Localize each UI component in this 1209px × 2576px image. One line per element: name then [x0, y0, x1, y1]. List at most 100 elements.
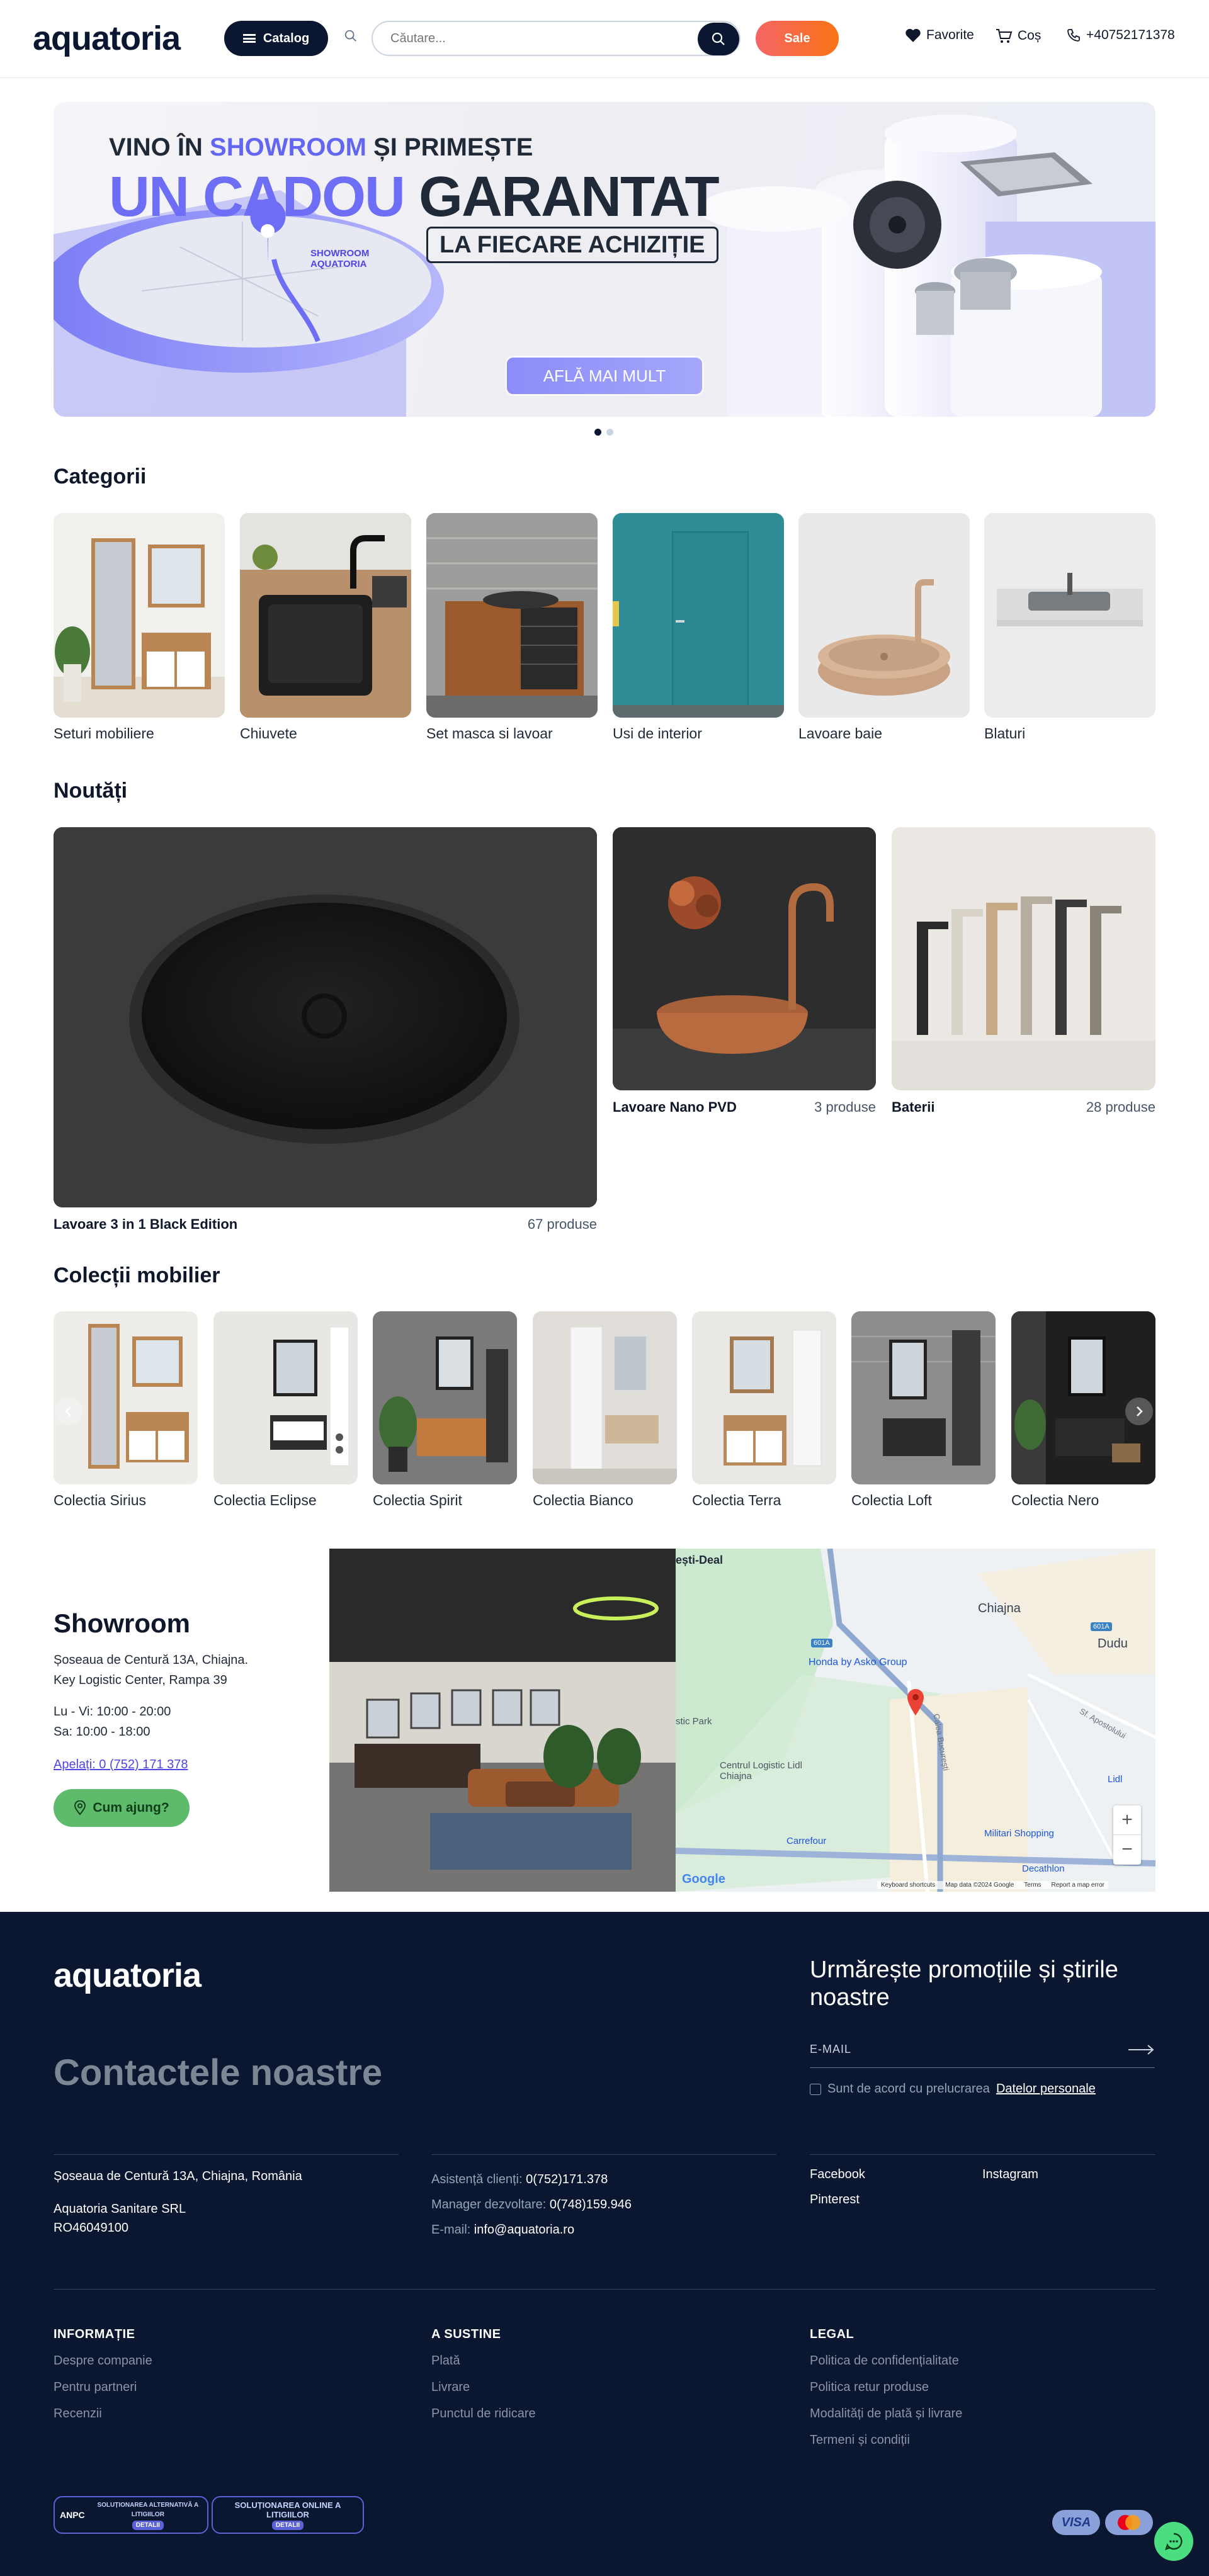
hero-cta-button[interactable]: AFLĂ MAI MULT: [507, 358, 702, 394]
map-label: Militari Shopping: [984, 1828, 1054, 1839]
map-label: Lidl: [1108, 1774, 1123, 1785]
favorites-link[interactable]: Favorite: [905, 28, 974, 43]
showroom-phone-link[interactable]: Apelați: 0 (752) 171 378: [54, 1758, 188, 1772]
map-label: ești-Deal: [676, 1554, 724, 1566]
directions-button[interactable]: Cum ajung?: [54, 1789, 190, 1827]
dev-phone[interactable]: 0(748)159.946: [550, 2198, 632, 2212]
category-card[interactable]: Usi de interior: [613, 513, 784, 742]
collection-label: Colectia Nero: [1011, 1492, 1099, 1508]
privacy-link[interactable]: Datelor personale: [996, 2082, 1096, 2096]
carousel-prev-button[interactable]: [55, 1398, 82, 1425]
category-card[interactable]: Blaturi: [984, 513, 1155, 742]
news-name: Lavoare 3 in 1 Black Edition: [54, 1216, 238, 1232]
keyboard-shortcuts-link[interactable]: Keyboard shortcuts: [881, 1882, 935, 1889]
phone-link[interactable]: +40752171378: [1066, 28, 1175, 43]
consent-checkbox[interactable]: [810, 2083, 821, 2095]
footer-link[interactable]: Termeni și condiții: [810, 2433, 910, 2448]
hero-headline: UN CADOU GARANTAT: [109, 166, 720, 229]
report-map-error-link[interactable]: Report a map error: [1052, 1882, 1104, 1889]
support-phone[interactable]: 0(752)171.378: [526, 2172, 608, 2186]
newsletter-title: Urmărește promoțiile și știrile noastre: [810, 1957, 1118, 2011]
footer-link[interactable]: Plată: [431, 2354, 460, 2368]
contacts-title: Contactele noastre: [54, 2052, 383, 2093]
footer-link[interactable]: Politica de confidențialitate: [810, 2354, 959, 2368]
footer-link[interactable]: Recenzii: [54, 2407, 102, 2421]
favorites-label: Favorite: [926, 28, 974, 42]
map-marker-icon[interactable]: [906, 1688, 925, 1716]
footer-logo[interactable]: aquatoria: [54, 1956, 202, 1995]
map-road-badge: 601A: [1091, 1622, 1112, 1631]
category-image: [426, 513, 598, 718]
zoom-out-button[interactable]: −: [1113, 1835, 1141, 1864]
category-image: [240, 513, 411, 718]
social-instagram[interactable]: Instagram: [982, 2165, 1038, 2184]
collection-card[interactable]: Colectia Bianco: [533, 1311, 677, 1509]
map-label: Decathlon: [1022, 1863, 1065, 1874]
chat-button[interactable]: [1154, 2522, 1193, 2561]
search-button[interactable]: [698, 23, 739, 55]
footer-email[interactable]: info@aquatoria.ro: [474, 2223, 574, 2237]
news-card[interactable]: Baterii 28 produse: [892, 827, 1155, 1116]
collection-image: [213, 1311, 358, 1484]
search-icon: [712, 32, 725, 45]
site-footer: aquatoria Contactele noastre Urmărește p…: [0, 1912, 1209, 2576]
logo[interactable]: aquatoria: [33, 19, 181, 58]
category-card[interactable]: Set masca si lavoar: [426, 513, 598, 742]
collection-image: [692, 1311, 836, 1484]
search-input[interactable]: [372, 21, 741, 56]
footer-contacts-block: Asistență clienți: 0(752)171.378 Manager…: [431, 2172, 632, 2237]
map-label: Centrul Logistic Lidl Chiajna: [720, 1760, 802, 1782]
news-card[interactable]: Lavoare Nano PVD 3 produse: [613, 827, 876, 1116]
catalog-button[interactable]: Catalog: [224, 21, 328, 56]
footer-link[interactable]: Pentru partneri: [54, 2380, 137, 2395]
cart-icon: [996, 29, 1013, 43]
chevron-right-icon: [1137, 1406, 1143, 1416]
category-image: [984, 513, 1155, 718]
hero-banner[interactable]: VINO ÎN SHOWROOM ȘI PRIMEȘTE UN CADOU GA…: [54, 102, 1155, 417]
collection-card[interactable]: Colectia Loft: [851, 1311, 996, 1509]
collection-label: Colectia Terra: [692, 1492, 781, 1508]
category-card[interactable]: Seturi mobiliere: [54, 513, 225, 742]
anpc-sal-badge[interactable]: ANPC SOLUȚIONAREA ALTERNATIVĂ A LITIGIIL…: [54, 2496, 208, 2534]
visa-icon: VISA: [1052, 2510, 1100, 2535]
sale-button[interactable]: Sale: [756, 21, 839, 56]
news-card[interactable]: Lavoare 3 in 1 Black Edition 67 produse: [54, 827, 597, 1233]
collection-label: Colectia Sirius: [54, 1492, 146, 1508]
news-image: [613, 827, 876, 1090]
collection-card[interactable]: Colectia Spirit: [373, 1311, 517, 1509]
category-card[interactable]: Lavoare baie: [798, 513, 970, 742]
anpc-sol-badge[interactable]: SOLUȚIONAREA ONLINE A LITIGIILOR DETALII: [212, 2496, 364, 2534]
footer-link[interactable]: Livrare: [431, 2380, 470, 2395]
category-label: Lavoare baie: [798, 725, 882, 742]
carousel-dot[interactable]: [606, 429, 613, 436]
news-title: Noutăți: [54, 779, 128, 803]
collection-card[interactable]: Colectia Eclipse: [213, 1311, 358, 1509]
collection-image: [533, 1311, 677, 1484]
social-facebook[interactable]: Facebook: [810, 2165, 865, 2184]
arrow-right-icon[interactable]: [1128, 2044, 1155, 2055]
collection-label: Colectia Spirit: [373, 1492, 462, 1508]
zoom-in-button[interactable]: +: [1113, 1805, 1141, 1835]
showroom-hours: Lu - Vi: 10:00 - 20:00 Sa: 10:00 - 18:00: [54, 1705, 171, 1739]
carousel-next-button[interactable]: [1125, 1398, 1153, 1425]
footer-link[interactable]: Punctul de ridicare: [431, 2407, 536, 2421]
footer-link[interactable]: Despre companie: [54, 2354, 152, 2368]
news-count: 67 produse: [527, 1216, 597, 1232]
terms-link[interactable]: Terms: [1024, 1882, 1041, 1889]
categories-title: Categorii: [54, 465, 147, 489]
social-pinterest[interactable]: Pinterest: [810, 2190, 860, 2209]
footer-link[interactable]: Modalități de plată și livrare: [810, 2407, 962, 2421]
footer-address: Șoseaua de Centură 13A, Chiajna, România: [54, 2169, 302, 2183]
footer-link[interactable]: Politica retur produse: [810, 2380, 929, 2395]
collection-card[interactable]: Colectia Terra: [692, 1311, 836, 1509]
newsletter-email-input[interactable]: E-MAIL: [810, 2043, 1155, 2068]
map[interactable]: ești-Deal Chiajna Dudu Honda by Asko Gro…: [676, 1549, 1155, 1892]
showroom-title: Showroom: [54, 1608, 190, 1638]
showroom-photo: [329, 1549, 676, 1892]
carousel-dot[interactable]: [594, 429, 601, 436]
map-label: stic Park: [676, 1716, 712, 1727]
category-card[interactable]: Chiuvete: [240, 513, 411, 742]
collection-label: Colectia Bianco: [533, 1492, 633, 1508]
divider: [54, 2154, 399, 2155]
cart-link[interactable]: Coș: [995, 28, 1041, 44]
